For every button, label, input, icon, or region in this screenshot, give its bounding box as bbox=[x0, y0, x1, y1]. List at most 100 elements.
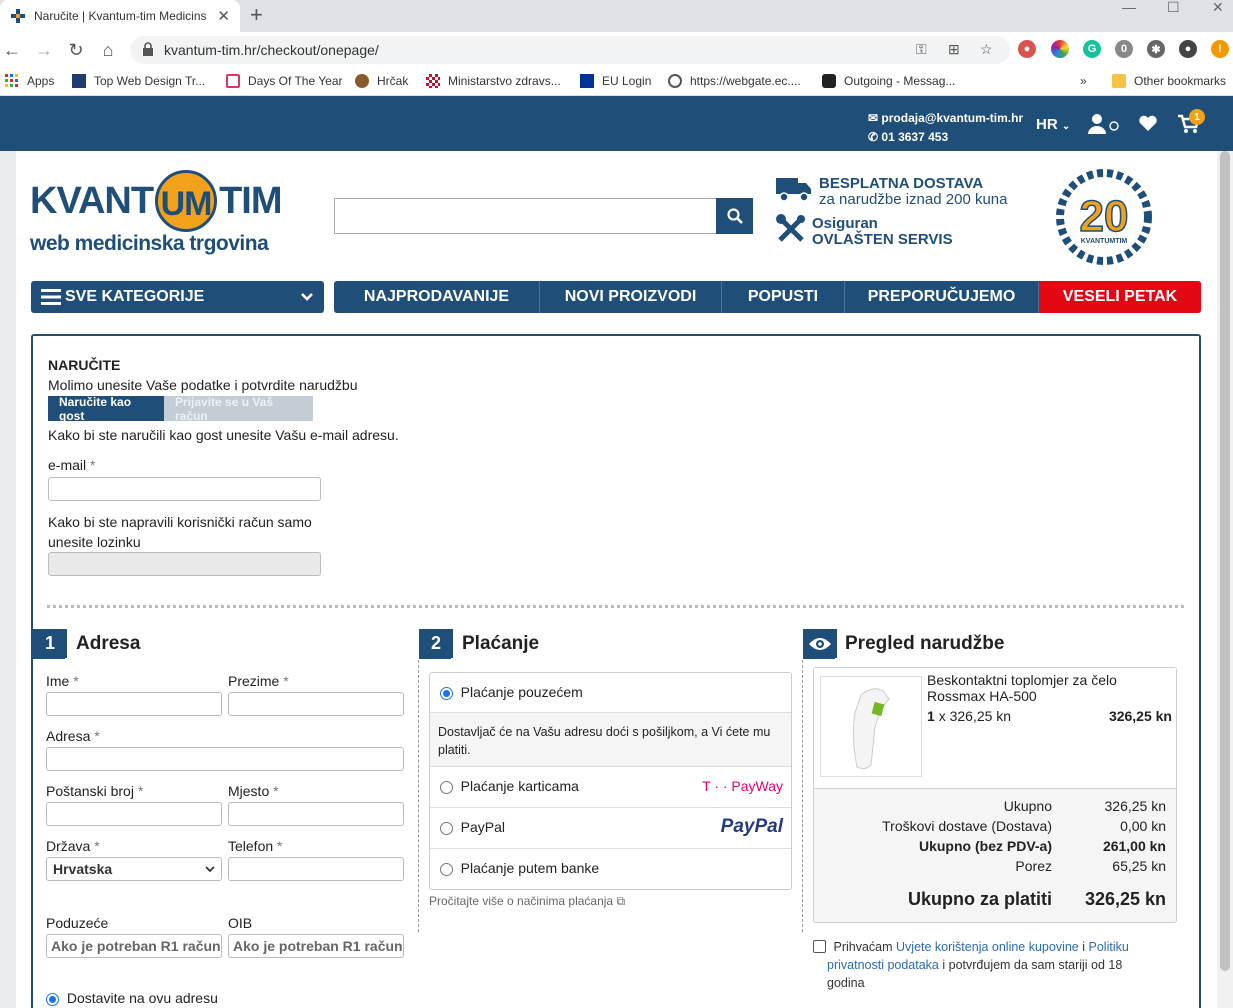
extension-badge: 0 bbox=[1120, 43, 1128, 55]
bookmarks-bar: Apps Top Web Design Tr... Days Of The Ye… bbox=[0, 68, 1233, 96]
translate-icon[interactable]: ⊞ bbox=[948, 41, 960, 58]
password-info: Kako bi ste napravili korisnički račun s… bbox=[48, 512, 312, 552]
payment-bank-label: Plaćanje putem banke bbox=[460, 860, 600, 876]
email-text: prodaja@kvantum-tim.hr bbox=[881, 111, 1024, 125]
new-tab-icon[interactable]: + bbox=[250, 4, 263, 26]
more-bookmarks-icon[interactable]: » bbox=[1080, 74, 1087, 88]
tab-close-icon[interactable]: ✕ bbox=[217, 7, 230, 25]
nav-bestsellers[interactable]: NAJPRODAVANIJE bbox=[334, 281, 540, 313]
required-mark: * bbox=[90, 457, 96, 473]
forward-icon[interactable]: → bbox=[32, 38, 56, 62]
login-tab[interactable]: Prijavite se u Vaš račun bbox=[164, 395, 313, 423]
company-field[interactable]: Ako je potreban R1 račun bbox=[46, 934, 222, 958]
tools-icon bbox=[776, 214, 805, 242]
street-field[interactable] bbox=[46, 747, 404, 771]
phone-icon: ✆ bbox=[868, 130, 879, 144]
bookmark-outgoing[interactable]: Outgoing - Messag... bbox=[822, 74, 955, 88]
contact-email[interactable]: ✉ prodaja@kvantum-tim.hr bbox=[868, 108, 1023, 128]
bookmark-ministarstvo[interactable]: Ministarstvo zdravs... bbox=[426, 74, 561, 88]
payment-card-radio[interactable] bbox=[440, 781, 453, 795]
bookmark-label: Top Web Design Tr... bbox=[94, 74, 206, 88]
heart-wishlist-icon[interactable] bbox=[1138, 114, 1158, 132]
ship-to-address-radio[interactable] bbox=[46, 992, 59, 1006]
terms-checkbox[interactable] bbox=[813, 940, 826, 953]
browser-tab[interactable]: Naručite | Kvantum-tim Medicins ✕ bbox=[0, 0, 240, 32]
home-icon[interactable]: ⌂ bbox=[96, 38, 120, 62]
first-name-label: Ime * bbox=[46, 673, 79, 689]
privacy-policy-link-continued[interactable]: privatnosti podataka bbox=[827, 958, 939, 972]
payment-paypal-radio[interactable] bbox=[440, 822, 453, 836]
folder-icon bbox=[1112, 74, 1126, 88]
site-logo[interactable]: KVANT UM TIM web medicinska trgovina bbox=[30, 170, 283, 256]
extension-icon-2[interactable] bbox=[1051, 40, 1069, 58]
language-selector[interactable]: HR ⌄ bbox=[1036, 116, 1070, 133]
eye-icon bbox=[809, 637, 831, 650]
service-subtitle: OVLAŠTEN SERVIS bbox=[812, 231, 953, 248]
profile-icon[interactable]: ● bbox=[1179, 40, 1197, 58]
payment-cod-radio[interactable] bbox=[440, 687, 453, 701]
nav-discounts[interactable]: POPUSTI bbox=[722, 281, 845, 313]
bookmark-star-icon[interactable]: ☆ bbox=[980, 41, 993, 58]
reload-icon[interactable]: ↻ bbox=[64, 38, 88, 62]
browser-toolbar: ← → ↻ ⌂ kvantum-tim.hr/checkout/onepage/… bbox=[0, 32, 1233, 68]
maximize-icon[interactable]: ☐ bbox=[1167, 0, 1180, 14]
payment-cod-option[interactable]: Plaćanje pouzećem bbox=[430, 673, 791, 713]
update-icon[interactable]: ! bbox=[1211, 40, 1229, 58]
bookmark-webgate[interactable]: https://webgate.ec.... bbox=[668, 74, 801, 88]
email-label-text: e-mail bbox=[48, 457, 87, 473]
close-window-icon[interactable]: ✕ bbox=[1212, 0, 1224, 14]
payment-paypal-option[interactable]: PayPal PayPal bbox=[430, 808, 791, 849]
all-categories-button[interactable]: SVE KATEGORIJE bbox=[31, 281, 324, 313]
phone-text: 01 3637 453 bbox=[881, 130, 949, 144]
city-field[interactable] bbox=[228, 802, 404, 826]
page-scrollbar[interactable] bbox=[1217, 151, 1233, 1008]
link-extension-icon[interactable]: 0 bbox=[1115, 40, 1133, 58]
payment-bank-radio[interactable] bbox=[440, 863, 453, 877]
thermometer-icon bbox=[852, 688, 890, 770]
terms-of-use-link[interactable]: Uvjete korištenja online kupovine bbox=[896, 940, 1079, 954]
last-name-field[interactable] bbox=[228, 692, 404, 716]
bookmark-apps[interactable]: Apps bbox=[5, 74, 54, 88]
totals-value: 326,25 kn bbox=[1104, 798, 1167, 814]
privacy-policy-link[interactable]: Politiku bbox=[1089, 940, 1129, 954]
nav-happy-friday[interactable]: VESELI PETAK bbox=[1039, 281, 1201, 313]
key-icon[interactable]: ⚿ bbox=[916, 41, 927, 58]
grammarly-icon[interactable]: G bbox=[1083, 40, 1101, 58]
password-field[interactable] bbox=[48, 552, 321, 576]
bookmark-eu-login[interactable]: EU Login bbox=[580, 74, 651, 88]
bookmark-days-of-year[interactable]: Days Of The Year bbox=[226, 74, 343, 88]
ship-to-address-option[interactable]: Dostavite na ovu adresu bbox=[46, 990, 218, 1006]
contact-phone[interactable]: ✆ 01 3637 453 bbox=[868, 128, 1023, 146]
search-input[interactable] bbox=[334, 198, 716, 234]
bookmark-label: https://webgate.ec.... bbox=[690, 74, 801, 88]
extensions-puzzle-icon[interactable]: ✱ bbox=[1147, 40, 1165, 58]
bookmark-other[interactable]: Other bookmarks bbox=[1112, 74, 1226, 88]
address-bar[interactable]: kvantum-tim.hr/checkout/onepage/ ⚿ ⊞ ☆ bbox=[130, 36, 1010, 64]
country-select[interactable]: Hrvatska bbox=[46, 857, 222, 881]
phone-field[interactable] bbox=[228, 857, 404, 881]
email-field[interactable] bbox=[48, 477, 321, 501]
minimize-icon[interactable]: — bbox=[1122, 0, 1136, 14]
bookmark-top-web-design[interactable]: Top Web Design Tr... bbox=[72, 74, 205, 88]
guest-order-tab[interactable]: Naručite kao gost bbox=[48, 395, 164, 423]
payment-bank-option[interactable]: Plaćanje putem banke bbox=[430, 849, 791, 890]
last-name-label: Prezime * bbox=[228, 673, 289, 689]
nav-new-products[interactable]: NOVI PROIZVODI bbox=[540, 281, 722, 313]
extension-icon-1[interactable]: ● bbox=[1018, 40, 1036, 58]
search-button[interactable] bbox=[716, 198, 753, 234]
postal-field[interactable] bbox=[46, 802, 222, 826]
back-icon[interactable]: ← bbox=[0, 38, 24, 62]
nav-recommended[interactable]: PREPORUČUJEMO bbox=[845, 281, 1039, 313]
user-account-icon[interactable] bbox=[1088, 114, 1120, 134]
product-image[interactable] bbox=[820, 676, 922, 777]
bookmark-hrcak[interactable]: Hrčak bbox=[355, 74, 408, 88]
first-name-field[interactable] bbox=[46, 692, 222, 716]
address-title-underline bbox=[33, 657, 65, 659]
payment-card-option[interactable]: Plaćanje karticama T · · PayWay bbox=[430, 767, 791, 808]
oib-field[interactable]: Ako je potreban R1 račun bbox=[228, 934, 404, 958]
review-title-underline bbox=[803, 657, 835, 659]
payment-more-info-link[interactable]: Pročitajte više o načinima plaćanja ⧉ bbox=[429, 894, 625, 909]
scrollbar-thumb[interactable] bbox=[1220, 151, 1230, 971]
calendar-icon bbox=[226, 74, 240, 88]
product-name[interactable]: Beskontaktni toplomjer za čelo Rossmax H… bbox=[927, 672, 1117, 704]
